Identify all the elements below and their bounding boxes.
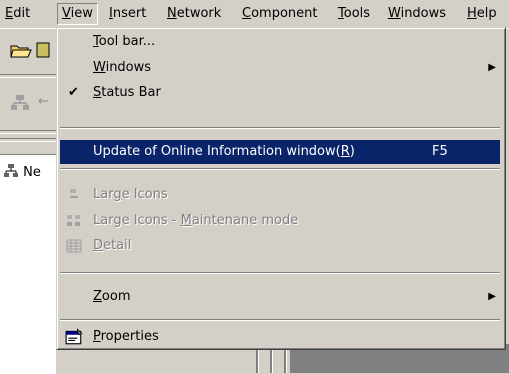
menu-tools[interactable]: Tools	[334, 4, 374, 24]
submenu-arrow-icon: ▶	[488, 291, 496, 302]
menu-item-detail[interactable]: Detail	[60, 234, 500, 258]
menu-separator	[60, 127, 500, 129]
open-folder-icon[interactable]	[10, 42, 32, 58]
toolbar-separator	[0, 138, 56, 142]
menu-item-update-online-info[interactable]: Update of Online Information window(R) F…	[60, 140, 500, 164]
menu-edit[interactable]: Edit	[1, 4, 34, 24]
menu-bar: Edit View Insert Network Component Tools…	[0, 0, 509, 29]
menu-item-zoom[interactable]: Zoom ▶	[60, 285, 500, 309]
network-tree-pane: Ne	[0, 154, 56, 374]
toolbar-separator	[0, 74, 56, 78]
menu-separator	[60, 319, 500, 321]
toolbar-icon-partial[interactable]	[36, 42, 50, 58]
menu-item-status-bar[interactable]: ✔ Status Bar	[60, 81, 500, 105]
menu-separator	[60, 168, 500, 170]
menu-network[interactable]: Network	[163, 4, 225, 24]
menu-item-properties[interactable]: Properties	[60, 325, 500, 349]
checkmark-icon: ✔	[68, 85, 79, 100]
tree-node-network[interactable]: Ne	[3, 163, 41, 180]
menu-item-large-icons-maintenance[interactable]: Large Icons - Maintenane mode	[60, 209, 500, 233]
main-toolbar	[0, 30, 56, 68]
network-toolbar: ←	[0, 84, 56, 122]
menu-insert[interactable]: Insert	[105, 4, 150, 24]
menu-windows[interactable]: Windows	[384, 4, 450, 24]
menu-component[interactable]: Component	[238, 4, 321, 24]
menu-view[interactable]: View	[57, 3, 98, 25]
large-icons-icon	[70, 189, 78, 198]
arrow-icon: ←	[38, 94, 49, 109]
toolbar-separator	[0, 130, 56, 134]
menu-item-toolbar[interactable]: Tool bar...	[60, 30, 500, 54]
properties-icon	[65, 328, 83, 345]
submenu-arrow-icon: ▶	[488, 62, 496, 73]
splitter[interactable]	[248, 350, 290, 373]
tree-node-label: Ne	[23, 165, 41, 180]
network-tree-icon[interactable]	[10, 94, 32, 112]
menu-item-windows[interactable]: Windows ▶	[60, 56, 500, 80]
view-menu-dropdown: Tool bar... Windows ▶ ✔ Status Bar Updat…	[56, 27, 506, 350]
shortcut-label: F5	[432, 144, 448, 159]
menu-help[interactable]: Help	[463, 4, 501, 24]
large-icons-maintenance-icon	[67, 215, 80, 226]
menu-item-large-icons[interactable]: Large Icons	[60, 183, 500, 207]
detail-view-icon	[66, 239, 82, 253]
network-node-icon	[4, 164, 18, 177]
menu-separator	[60, 272, 500, 274]
